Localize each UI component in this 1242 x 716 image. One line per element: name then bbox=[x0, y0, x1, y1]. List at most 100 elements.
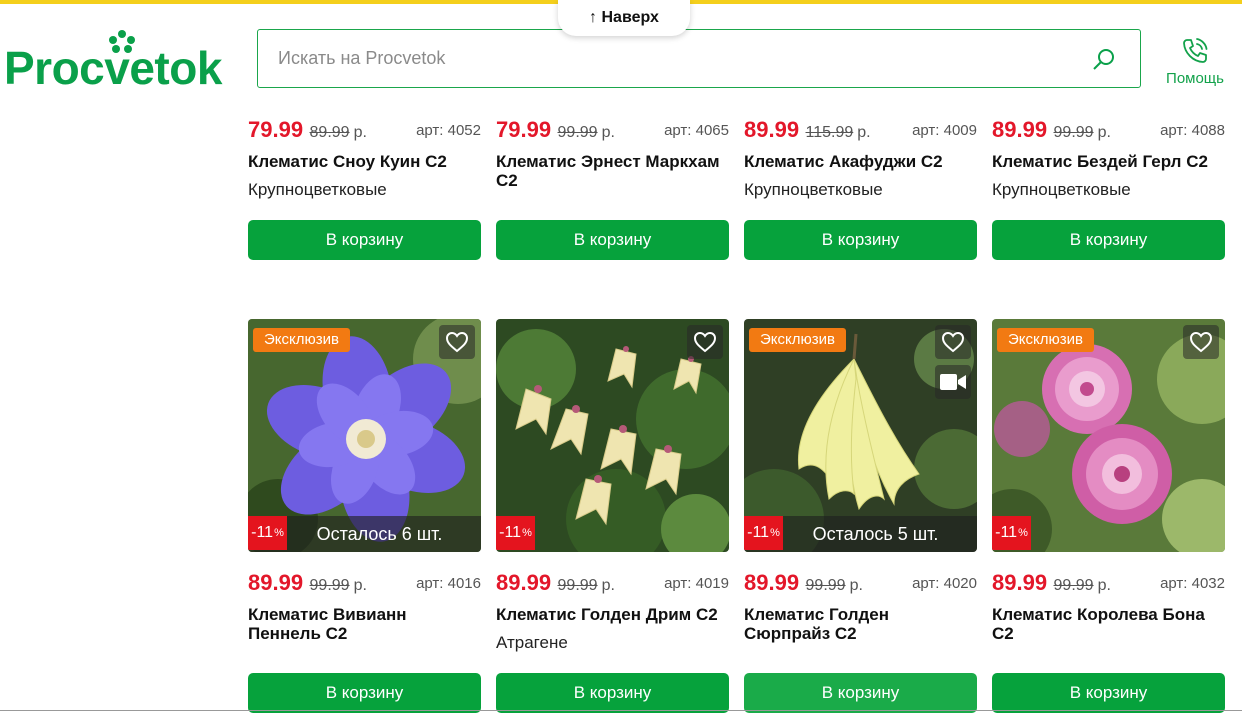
article-number: арт: 4032 bbox=[1160, 575, 1225, 592]
old-price: 99.99 bbox=[557, 577, 598, 594]
article-number: арт: 4016 bbox=[416, 575, 481, 592]
product-card: 89.99 115.99 р. арт: 4009 Клематис Акафуд… bbox=[744, 117, 977, 200]
currency: р. bbox=[353, 577, 367, 594]
price: 89.99 bbox=[744, 117, 800, 142]
search-input[interactable] bbox=[278, 30, 1078, 87]
price: 79.99 bbox=[496, 117, 552, 142]
discount-value: -11 bbox=[747, 524, 770, 541]
old-price: 99.99 bbox=[1053, 577, 1094, 594]
product-category: Крупноцветковые bbox=[992, 180, 1131, 199]
discount-unit: % bbox=[522, 527, 532, 539]
discount-unit: % bbox=[274, 527, 284, 539]
heart-icon bbox=[445, 331, 469, 353]
currency: р. bbox=[601, 124, 615, 141]
add-to-cart-button[interactable]: В корзину bbox=[248, 220, 481, 260]
product-image[interactable]: -11% bbox=[496, 319, 729, 552]
help-link[interactable]: Помощь bbox=[1160, 36, 1230, 92]
article-number: арт: 4052 bbox=[416, 122, 481, 139]
product-card: -11% 89.99 99.99 р. арт: 4019 Клематис Го… bbox=[496, 319, 729, 653]
product-name[interactable]: Клематис Голден Сюрпрайз С2 bbox=[744, 605, 977, 643]
exclusive-badge: Эксклюзив bbox=[997, 328, 1094, 352]
exclusive-badge: Эксклюзив bbox=[749, 328, 846, 352]
article-number: арт: 4020 bbox=[912, 575, 977, 592]
product-name[interactable]: Клематис Королева Бона С2 bbox=[992, 605, 1225, 643]
product-card: Эксклюзив -11% 89.99 99.99 р. арт: 4032 К… bbox=[992, 319, 1225, 652]
price-row: 79.99 99.99 р. арт: 4065 bbox=[496, 117, 729, 145]
product-name[interactable]: Клематис Бездей Герл С2 bbox=[992, 152, 1225, 171]
old-price: 99.99 bbox=[557, 124, 598, 141]
favorite-button[interactable] bbox=[935, 325, 971, 359]
discount-badge: -11% bbox=[744, 516, 783, 550]
old-price: 99.99 bbox=[805, 577, 846, 594]
price: 89.99 bbox=[992, 117, 1048, 142]
discount-badge: -11% bbox=[496, 516, 535, 550]
product-card: 89.99 99.99 р. арт: 4088 Клематис Бездей … bbox=[992, 117, 1225, 200]
product-name[interactable]: Клематис Голден Дрим С2 bbox=[496, 605, 729, 624]
price-row: 89.99 99.99 р. арт: 4088 bbox=[992, 117, 1225, 145]
price: 89.99 bbox=[248, 570, 304, 595]
add-to-cart-button[interactable]: В корзину bbox=[992, 673, 1225, 713]
discount-value: -11 bbox=[995, 524, 1018, 541]
price-row: 89.99 99.99 р. арт: 4032 bbox=[992, 570, 1225, 598]
back-to-top-button[interactable]: ↑ Наверх bbox=[558, 0, 690, 36]
favorite-button[interactable] bbox=[687, 325, 723, 359]
old-price: 115.99 bbox=[805, 124, 854, 141]
product-card: 79.99 89.99 р. арт: 4052 Клематис Сноу Ку… bbox=[248, 117, 481, 200]
search-box[interactable] bbox=[257, 29, 1141, 88]
price-row: 79.99 89.99 р. арт: 4052 bbox=[248, 117, 481, 145]
price: 89.99 bbox=[992, 570, 1048, 595]
product-name[interactable]: Клематис Акафуджи С2 bbox=[744, 152, 977, 171]
add-to-cart-button[interactable]: В корзину bbox=[496, 220, 729, 260]
favorite-button[interactable] bbox=[439, 325, 475, 359]
video-button[interactable] bbox=[935, 365, 971, 399]
product-name[interactable]: Клематис Сноу Куин С2 bbox=[248, 152, 481, 171]
search-icon[interactable] bbox=[1092, 47, 1116, 71]
price-row: 89.99 99.99 р. арт: 4016 bbox=[248, 570, 481, 598]
heart-icon bbox=[693, 331, 717, 353]
add-to-cart-button[interactable]: В корзину bbox=[496, 673, 729, 713]
exclusive-badge: Эксклюзив bbox=[253, 328, 350, 352]
add-to-cart-button[interactable]: В корзину bbox=[744, 220, 977, 260]
article-number: арт: 4088 bbox=[1160, 122, 1225, 139]
help-label: Помощь bbox=[1166, 70, 1224, 87]
site-logo[interactable]: Procvetok bbox=[4, 30, 234, 92]
price: 89.99 bbox=[744, 570, 800, 595]
favorite-button[interactable] bbox=[1183, 325, 1219, 359]
price-row: 89.99 115.99 р. арт: 4009 bbox=[744, 117, 977, 145]
currency: р. bbox=[1097, 577, 1111, 594]
discount-badge: -11% bbox=[992, 516, 1031, 550]
back-to-top-label: ↑ Наверх bbox=[589, 9, 659, 26]
product-name[interactable]: Клематис Эрнест Маркхам С2 bbox=[496, 152, 729, 190]
discount-unit: % bbox=[1018, 527, 1028, 539]
discount-value: -11 bbox=[499, 524, 522, 541]
add-to-cart-button[interactable]: В корзину bbox=[744, 673, 977, 713]
phone-icon bbox=[1183, 38, 1208, 63]
old-price: 99.99 bbox=[309, 577, 350, 594]
product-card: 79.99 99.99 р. арт: 4065 Клематис Эрнест … bbox=[496, 117, 729, 199]
price-row: 89.99 99.99 р. арт: 4019 bbox=[496, 570, 729, 598]
currency: р. bbox=[1097, 124, 1111, 141]
discount-unit: % bbox=[770, 527, 780, 539]
add-to-cart-button[interactable]: В корзину bbox=[248, 673, 481, 713]
product-image[interactable]: Эксклюзив Осталось 5 шт. -11% bbox=[744, 319, 977, 552]
discount-badge: -11% bbox=[248, 516, 287, 550]
heart-icon bbox=[941, 331, 965, 353]
heart-icon bbox=[1189, 331, 1213, 353]
price-row: 89.99 99.99 р. арт: 4020 bbox=[744, 570, 977, 598]
currency: р. bbox=[353, 124, 367, 141]
add-to-cart-button[interactable]: В корзину bbox=[992, 220, 1225, 260]
product-category: Атрагене bbox=[496, 633, 568, 652]
product-image[interactable]: Эксклюзив -11% bbox=[992, 319, 1225, 552]
product-category: Крупноцветковые bbox=[248, 180, 387, 199]
product-name[interactable]: Клематис Вивианн Пеннель С2 bbox=[248, 605, 481, 643]
article-number: арт: 4065 bbox=[664, 122, 729, 139]
price: 79.99 bbox=[248, 117, 304, 142]
old-price: 89.99 bbox=[309, 124, 350, 141]
product-category: Крупноцветковые bbox=[744, 180, 883, 199]
product-image[interactable]: Эксклюзив Осталось 6 шт. -11% bbox=[248, 319, 481, 552]
currency: р. bbox=[601, 577, 615, 594]
price: 89.99 bbox=[496, 570, 552, 595]
article-number: арт: 4019 bbox=[664, 575, 729, 592]
page-bottom-divider bbox=[0, 710, 1242, 711]
currency: р. bbox=[857, 124, 871, 141]
